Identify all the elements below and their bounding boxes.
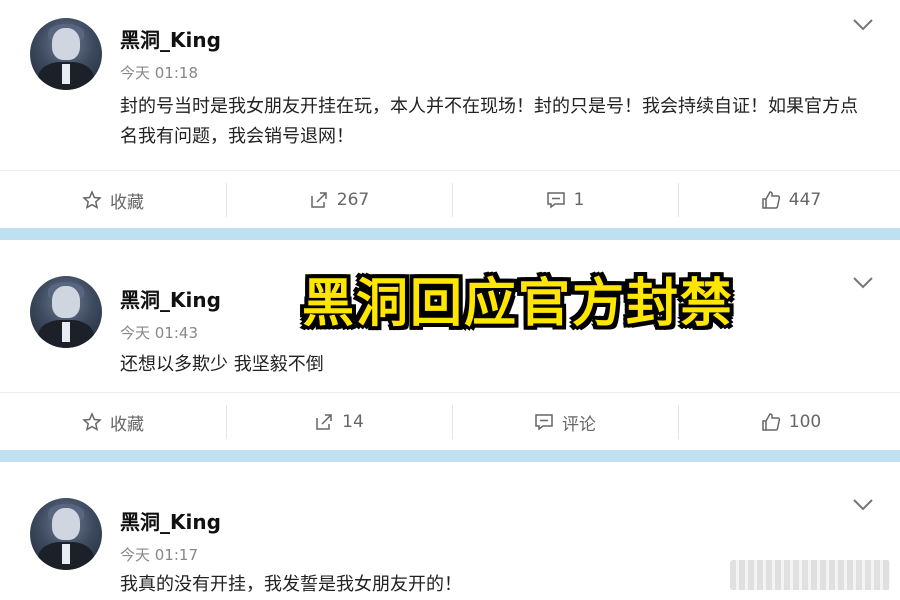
thumbs-up-icon: [762, 413, 780, 431]
repost-count: 267: [336, 190, 370, 210]
comment-label: 评论: [562, 414, 596, 435]
chevron-down-icon[interactable]: [852, 18, 874, 32]
favorite-button[interactable]: 收藏: [0, 393, 226, 451]
star-icon: [82, 412, 102, 431]
post-content: 封的号当时是我女朋友开挂在玩，本人并不在现场！封的只是号！我会持续自证！如果官方…: [120, 96, 858, 147]
overlay-headline: 黑洞回应官方封禁: [301, 273, 734, 334]
post-1: 黑洞_King 今天 01:18 封的号当时是我女朋友开挂在玩，本人并不在现场！…: [0, 0, 900, 228]
avatar[interactable]: [30, 18, 102, 90]
username[interactable]: 黑洞_King: [120, 506, 221, 535]
username[interactable]: 黑洞_King: [120, 284, 221, 313]
post-time: 今天 01:43: [120, 324, 198, 342]
avatar[interactable]: [30, 498, 102, 570]
post-time: 今天 01:17: [120, 546, 198, 564]
action-bar: 收藏 14 评论 100: [0, 392, 900, 450]
share-icon: [311, 192, 327, 208]
like-count: 447: [788, 190, 822, 210]
post-time: 今天 01:18: [120, 64, 198, 82]
username[interactable]: 黑洞_King: [120, 24, 221, 53]
watermark: [730, 560, 890, 590]
like-button[interactable]: 447: [678, 171, 900, 229]
favorite-label: 收藏: [110, 192, 144, 213]
share-icon: [316, 414, 332, 430]
like-button[interactable]: 100: [678, 393, 900, 451]
chevron-down-icon[interactable]: [852, 498, 874, 512]
comment-icon: [535, 414, 553, 431]
comment-count: 1: [573, 190, 585, 210]
repost-button[interactable]: 14: [226, 393, 452, 451]
repost-count: 14: [342, 412, 364, 432]
thumbs-up-icon: [762, 191, 780, 209]
favorite-label: 收藏: [110, 414, 144, 435]
post-separator: [0, 450, 900, 462]
star-icon: [82, 190, 102, 209]
action-bar: 收藏 267 1 447: [0, 170, 900, 228]
avatar[interactable]: [30, 276, 102, 348]
chevron-down-icon[interactable]: [852, 276, 874, 290]
comment-icon: [546, 192, 565, 209]
post-content: 还想以多欺少 我坚毅不倒: [120, 354, 324, 375]
comment-button[interactable]: 评论: [452, 393, 678, 451]
comment-button[interactable]: 1: [452, 171, 678, 229]
like-count: 100: [788, 412, 822, 432]
post-separator: [0, 228, 900, 240]
favorite-button[interactable]: 收藏: [0, 171, 226, 229]
repost-button[interactable]: 267: [226, 171, 452, 229]
